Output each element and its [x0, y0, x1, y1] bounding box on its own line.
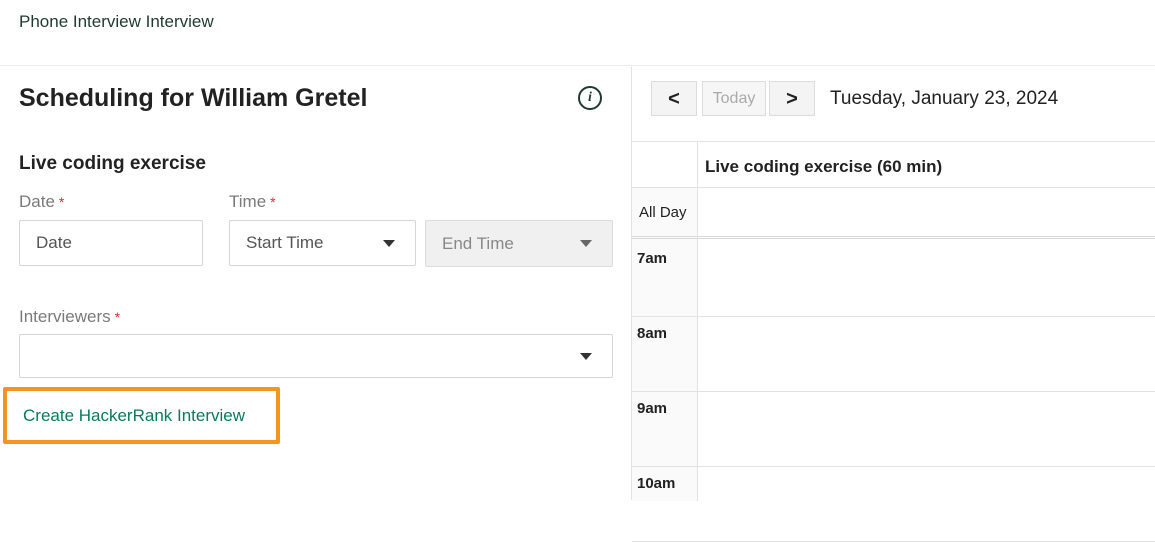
- date-label: Date *: [19, 192, 64, 212]
- chevron-left-icon: <: [668, 87, 680, 110]
- interviewers-select[interactable]: [19, 334, 613, 378]
- time-label-text: Time: [229, 192, 267, 211]
- all-day-label: All Day: [639, 204, 687, 221]
- today-label: Today: [712, 89, 756, 107]
- date-field[interactable]: Date: [19, 220, 203, 266]
- time-slot-8am[interactable]: 8am: [632, 317, 1155, 392]
- calendar-grid: Live coding exercise (60 min) All Day 7a…: [632, 141, 1155, 542]
- all-day-row[interactable]: All Day: [632, 188, 1155, 239]
- gutter-divider: [697, 142, 698, 501]
- start-time-placeholder: Start Time: [246, 233, 324, 252]
- time-label: Time *: [229, 192, 276, 212]
- section-title: Live coding exercise: [19, 153, 206, 174]
- calendar-date: Tuesday, January 23, 2024: [830, 88, 1059, 109]
- hour-label: 9am: [637, 400, 668, 417]
- interviewers-label: Interviewers *: [19, 307, 120, 327]
- interviewers-label-text: Interviewers: [19, 307, 111, 326]
- date-label-text: Date: [19, 192, 55, 211]
- required-marker: *: [270, 194, 276, 210]
- time-slot-9am[interactable]: 9am: [632, 392, 1155, 467]
- hour-label: 7am: [637, 250, 668, 267]
- chevron-down-icon: [383, 240, 395, 247]
- highlight-box: Create HackerRank Interview: [3, 387, 280, 444]
- scheduling-panel: Scheduling for William Gretel i Live cod…: [0, 67, 631, 500]
- today-button: Today: [702, 81, 766, 116]
- required-marker: *: [58, 194, 65, 210]
- required-marker: *: [114, 309, 121, 325]
- hour-label: 8am: [637, 325, 668, 342]
- time-slot-7am[interactable]: 7am: [632, 242, 1155, 317]
- top-bar: Phone Interview Interview: [0, 0, 1155, 66]
- time-slot-10am[interactable]: 10am: [632, 467, 1155, 542]
- page-title: Scheduling for William Gretel: [19, 84, 368, 112]
- next-day-button[interactable]: >: [769, 81, 815, 116]
- info-icon[interactable]: i: [578, 86, 602, 110]
- hour-label: 10am: [637, 475, 676, 492]
- calendar-panel: < Today > Tuesday, January 23, 2024 Live…: [632, 67, 1155, 542]
- end-time-placeholder: End Time: [442, 233, 514, 253]
- breadcrumb[interactable]: Phone Interview Interview: [19, 12, 214, 32]
- chevron-down-icon: [580, 353, 592, 360]
- end-time-select: End Time: [425, 220, 613, 267]
- create-hackerrank-interview-link[interactable]: Create HackerRank Interview: [23, 406, 245, 426]
- date-placeholder: Date: [36, 233, 72, 252]
- prev-day-button[interactable]: <: [651, 81, 697, 116]
- start-time-select[interactable]: Start Time: [229, 220, 416, 266]
- calendar-column-header: Live coding exercise (60 min): [632, 142, 1155, 188]
- column-title: Live coding exercise (60 min): [705, 157, 943, 176]
- chevron-down-icon: [580, 240, 592, 247]
- chevron-right-icon: >: [786, 87, 798, 110]
